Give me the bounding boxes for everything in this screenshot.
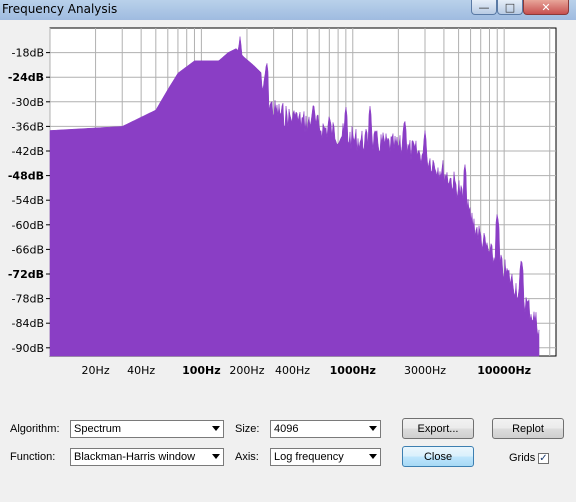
size-value: 4096 (274, 423, 299, 435)
x-tick-label: 400Hz (275, 364, 310, 377)
minimize-icon: — (478, 0, 490, 14)
grids-checkbox[interactable]: ✓ (538, 453, 549, 464)
function-select[interactable]: Blackman-Harris window (70, 448, 224, 466)
y-tick-label: -36dB (12, 120, 45, 133)
size-select[interactable]: 4096 (270, 420, 381, 438)
x-tick-label: 100Hz (182, 364, 221, 377)
chevron-down-icon (369, 426, 377, 431)
maximize-icon: □ (504, 0, 516, 14)
x-tick-label: 10000Hz (477, 364, 531, 377)
window-title: Frequency Analysis (2, 2, 118, 16)
title-bar[interactable]: Frequency Analysis — □ ✕ (0, 0, 576, 20)
algorithm-select[interactable]: Spectrum (70, 420, 224, 438)
grids-label: Grids (509, 452, 536, 464)
maximize-button[interactable]: □ (497, 0, 523, 15)
replot-button[interactable]: Replot (492, 418, 564, 439)
y-tick-label: -78dB (12, 293, 45, 306)
algorithm-label: Algorithm: (10, 423, 60, 435)
chevron-down-icon (212, 426, 220, 431)
axis-value: Log frequency (274, 451, 344, 463)
y-tick-label: -60dB (12, 219, 45, 232)
axis-select[interactable]: Log frequency (270, 448, 381, 466)
checkmark-icon: ✓ (539, 453, 548, 464)
x-tick-label: 1000Hz (330, 364, 376, 377)
y-tick-label: -66dB (12, 243, 45, 256)
axis-label: Axis: (235, 451, 259, 463)
y-tick-label: -54dB (12, 194, 45, 207)
close-button[interactable]: Close (402, 446, 474, 467)
x-tick-label: 3000Hz (404, 364, 446, 377)
chevron-down-icon (369, 454, 377, 459)
function-value: Blackman-Harris window (74, 451, 196, 463)
size-label: Size: (235, 423, 260, 435)
algorithm-value: Spectrum (74, 423, 122, 435)
function-label: Function: (10, 451, 56, 463)
spectrum-chart[interactable]: -18dB -24dB -30dB -36dB -42dB -48dB -54dB -60dB… (0, 24, 576, 384)
frequency-analysis-window: Frequency Analysis — □ ✕ -18dB -24dB -30dB… (0, 0, 576, 502)
y-tick-label: -90dB (12, 342, 45, 355)
y-tick-label: -24dB (8, 71, 44, 84)
x-tick-label: 20Hz (82, 364, 110, 377)
close-icon: ✕ (541, 0, 551, 14)
y-tick-label: -30dB (12, 96, 45, 109)
y-tick-label: -42dB (12, 145, 45, 158)
chevron-down-icon (212, 454, 220, 459)
y-tick-label: -18dB (12, 47, 45, 60)
y-tick-label: -72dB (8, 268, 44, 281)
x-tick-label: 200Hz (229, 364, 264, 377)
y-tick-label: -48dB (8, 170, 44, 183)
x-tick-label: 40Hz (127, 364, 155, 377)
spectrum-plot[interactable]: -18dB -24dB -30dB -36dB -42dB -48dB -54dB -60dB… (0, 24, 576, 384)
export-button[interactable]: Export... (402, 418, 474, 439)
minimize-button[interactable]: — (471, 0, 497, 15)
y-tick-label: -84dB (12, 317, 45, 330)
close-window-button[interactable]: ✕ (523, 0, 569, 15)
